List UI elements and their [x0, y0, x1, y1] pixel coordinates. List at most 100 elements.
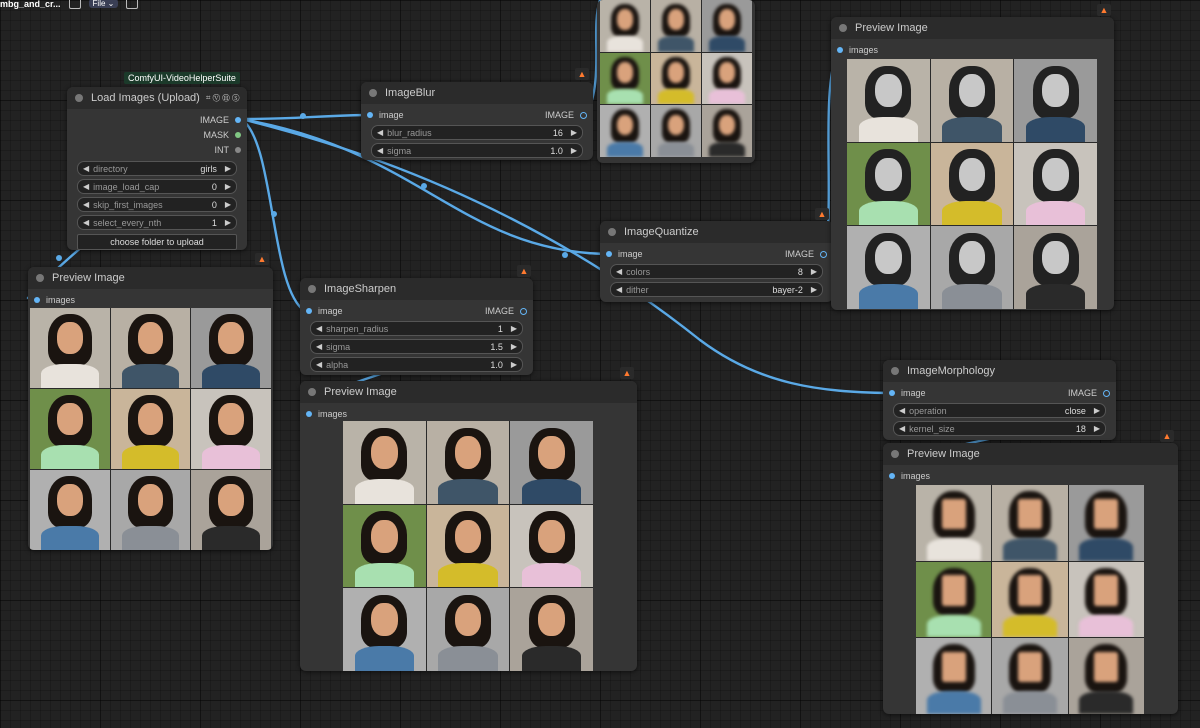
- photo-thumbnail[interactable]: [510, 421, 593, 504]
- photo-thumbnail[interactable]: [30, 308, 110, 388]
- photo-thumbnail[interactable]: [191, 389, 271, 469]
- photo-thumbnail[interactable]: [110, 389, 191, 469]
- photo-thumbnail[interactable]: [426, 504, 510, 588]
- increment-arrow-icon[interactable]: ▶: [811, 285, 817, 294]
- choose-folder-button[interactable]: choose folder to upload: [77, 234, 237, 250]
- increment-arrow-icon[interactable]: ▶: [1094, 406, 1100, 415]
- preview-bottom-right-node[interactable]: Preview Image images: [883, 443, 1178, 714]
- decrement-arrow-icon[interactable]: ◀: [899, 406, 905, 415]
- increment-arrow-icon[interactable]: ▶: [571, 128, 577, 137]
- photo-thumbnail[interactable]: [702, 105, 752, 157]
- node-title-bar[interactable]: Preview Image: [28, 267, 273, 289]
- photo-thumbnail[interactable]: [110, 308, 191, 388]
- collapse-dot[interactable]: [608, 228, 616, 236]
- photo-thumbnail[interactable]: [600, 0, 650, 52]
- increment-arrow-icon[interactable]: ▶: [511, 324, 517, 333]
- increment-arrow-icon[interactable]: ▶: [1094, 424, 1100, 433]
- photo-thumbnail[interactable]: [343, 504, 426, 588]
- output-dot-icon[interactable]: [1103, 389, 1110, 397]
- photo-thumbnail[interactable]: [600, 52, 650, 105]
- widget-colors[interactable]: ◀ colors 8 ▶: [610, 264, 823, 279]
- input-dot-icon[interactable]: [889, 390, 895, 396]
- decrement-arrow-icon[interactable]: ◀: [316, 360, 322, 369]
- photo-thumbnail[interactable]: [600, 105, 650, 157]
- image-morphology-node[interactable]: ImageMorphology image IMAGE ◀ operation cl…: [883, 360, 1116, 440]
- photo-thumbnail[interactable]: [1014, 142, 1097, 226]
- decrement-arrow-icon[interactable]: ◀: [377, 146, 383, 155]
- preview-blur-node[interactable]: [597, 0, 755, 163]
- workflow-name[interactable]: mbg_and_cr...: [0, 0, 61, 9]
- photo-thumbnail[interactable]: [702, 0, 752, 52]
- widget-select-every-nth[interactable]: ◀ select_every_nth 1 ▶: [77, 215, 237, 230]
- preview-image-grid[interactable]: [600, 0, 752, 157]
- photo-thumbnail[interactable]: [651, 52, 701, 105]
- widget-image-load-cap[interactable]: ◀ image_load_cap 0 ▶: [77, 179, 237, 194]
- increment-arrow-icon[interactable]: ▶: [811, 267, 817, 276]
- preview-image-grid[interactable]: [343, 421, 593, 671]
- image-sharpen-node[interactable]: ImageSharpen image IMAGE ◀ sharpen_radius…: [300, 278, 533, 375]
- photo-thumbnail[interactable]: [30, 389, 110, 469]
- photo-thumbnail[interactable]: [426, 421, 510, 504]
- input-dot-icon[interactable]: [889, 473, 895, 479]
- collapse-dot[interactable]: [308, 285, 316, 293]
- output-dot-icon[interactable]: [235, 147, 241, 153]
- decrement-arrow-icon[interactable]: ◀: [83, 164, 89, 173]
- photo-thumbnail[interactable]: [847, 226, 930, 309]
- input-dot-icon[interactable]: [367, 112, 373, 118]
- collapse-dot[interactable]: [308, 388, 316, 396]
- collapse-dot[interactable]: [891, 450, 899, 458]
- increment-arrow-icon[interactable]: ▶: [571, 146, 577, 155]
- node-title-bar[interactable]: ImageBlur: [361, 82, 593, 104]
- photo-thumbnail[interactable]: [847, 142, 930, 226]
- widget-kernel-size[interactable]: ◀ kernel_size 18 ▶: [893, 421, 1106, 436]
- node-title-bar[interactable]: ImageSharpen: [300, 278, 533, 300]
- photo-thumbnail[interactable]: [992, 638, 1068, 714]
- node-title-bar[interactable]: Preview Image: [300, 381, 637, 403]
- node-title-bar[interactable]: Preview Image: [883, 443, 1178, 465]
- photo-thumbnail[interactable]: [510, 504, 593, 588]
- file-menu-button[interactable]: File ⌄: [88, 0, 119, 8]
- photo-thumbnail[interactable]: [847, 59, 930, 142]
- input-dot-icon[interactable]: [34, 297, 40, 303]
- output-dot-icon[interactable]: [820, 250, 827, 258]
- photo-thumbnail[interactable]: [30, 470, 110, 550]
- photo-thumbnail[interactable]: [343, 421, 426, 504]
- preview-image-grid[interactable]: [916, 485, 1144, 714]
- widget-alpha[interactable]: ◀ alpha 1.0 ▶: [310, 357, 523, 372]
- decrement-arrow-icon[interactable]: ◀: [83, 200, 89, 209]
- decrement-arrow-icon[interactable]: ◀: [316, 324, 322, 333]
- image-quantize-node[interactable]: ImageQuantize image IMAGE ◀ colors 8 ▶ ◀ dit…: [600, 221, 833, 302]
- decrement-arrow-icon[interactable]: ◀: [83, 218, 89, 227]
- io-row[interactable]: image IMAGE: [883, 385, 1116, 400]
- photo-thumbnail[interactable]: [992, 485, 1068, 561]
- widget-directory[interactable]: ◀ directory girls ▶: [77, 161, 237, 176]
- photo-thumbnail[interactable]: [110, 470, 191, 550]
- photo-thumbnail[interactable]: [916, 485, 992, 561]
- widget-skip-first-images[interactable]: ◀ skip_first_images 0 ▶: [77, 197, 237, 212]
- preview-left-node[interactable]: Preview Image images: [28, 267, 273, 550]
- input-dot-icon[interactable]: [837, 47, 843, 53]
- output-dot-icon[interactable]: [580, 111, 587, 119]
- input-slot-images[interactable]: images: [28, 292, 273, 307]
- input-dot-icon[interactable]: [306, 308, 312, 314]
- output-slot-int[interactable]: INT: [67, 142, 247, 157]
- photo-thumbnail[interactable]: [1068, 485, 1144, 561]
- photo-thumbnail[interactable]: [426, 588, 510, 671]
- output-dot-icon[interactable]: [235, 132, 241, 138]
- input-slot-images[interactable]: images: [300, 406, 637, 421]
- widget-sigma[interactable]: ◀ sigma 1.5 ▶: [310, 339, 523, 354]
- widget-sharpen-radius[interactable]: ◀ sharpen_radius 1 ▶: [310, 321, 523, 336]
- preview-top-right-node[interactable]: Preview Image images: [831, 17, 1114, 310]
- decrement-arrow-icon[interactable]: ◀: [616, 267, 622, 276]
- io-row[interactable]: image IMAGE: [600, 246, 833, 261]
- decrement-arrow-icon[interactable]: ◀: [377, 128, 383, 137]
- photo-thumbnail[interactable]: [191, 308, 271, 388]
- collapse-dot[interactable]: [839, 24, 847, 32]
- io-row[interactable]: image IMAGE: [361, 107, 593, 122]
- collapse-dot[interactable]: [75, 94, 83, 102]
- image-blur-node[interactable]: ImageBlur image IMAGE ◀ blur_radius 16 ▶ ◀ s…: [361, 82, 593, 160]
- photo-thumbnail[interactable]: [1068, 561, 1144, 638]
- preview-image-grid[interactable]: [30, 308, 271, 550]
- save-icon[interactable]: [126, 0, 139, 9]
- widget-blur-radius[interactable]: ◀ blur_radius 16 ▶: [371, 125, 583, 140]
